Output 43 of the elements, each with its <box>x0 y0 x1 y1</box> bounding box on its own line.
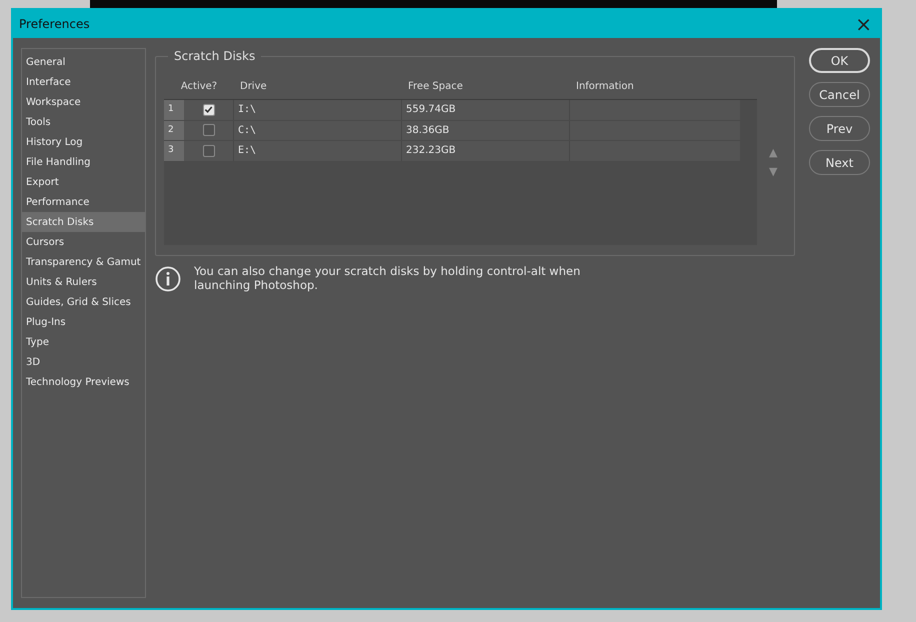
active-checkbox[interactable] <box>202 124 214 136</box>
free-space-cell: 232.23GB <box>402 141 570 160</box>
column-header: Free Space <box>407 80 464 94</box>
sidebar-item[interactable]: General <box>22 52 145 72</box>
active-checkbox[interactable] <box>202 144 214 157</box>
sidebar-item[interactable]: Performance <box>22 192 145 212</box>
check-icon <box>204 105 213 114</box>
active-checkbox[interactable] <box>202 104 214 116</box>
sidebar-item[interactable]: Plug-Ins <box>22 312 145 332</box>
sidebar-item[interactable]: Export <box>22 172 145 192</box>
sidebar-item[interactable]: Cursors <box>22 232 145 252</box>
sidebar-item[interactable]: History Log <box>22 132 145 152</box>
drive-cell: C:\ <box>234 120 402 140</box>
sidebar-item[interactable]: Units & Rulers <box>22 272 145 292</box>
dialog-button[interactable]: OK <box>809 48 870 73</box>
info-icon <box>155 266 181 292</box>
row-number: 2 <box>164 120 184 140</box>
sidebar-item[interactable]: File Handling <box>22 152 145 172</box>
column-header: Drive <box>239 80 268 94</box>
sidebar-item[interactable]: Tools <box>22 112 145 132</box>
sidebar-item[interactable]: Technology Previews <box>22 372 145 392</box>
free-space-cell: 559.74GB <box>402 100 570 120</box>
sidebar-item[interactable]: 3D <box>22 352 145 372</box>
dialog-button[interactable]: Prev <box>809 116 870 141</box>
sidebar-item[interactable]: Scratch Disks <box>22 212 145 232</box>
dialog-button[interactable]: Cancel <box>809 82 870 107</box>
free-space-cell: 38.36GB <box>402 120 570 140</box>
dialog-button[interactable]: Next <box>809 150 870 175</box>
sidebar-item[interactable]: Transparency & Gamut <box>22 252 145 272</box>
group-title: Scratch Disks <box>168 49 262 63</box>
sidebar-item[interactable]: Type <box>22 332 145 352</box>
sidebar-item[interactable]: Guides, Grid & Slices <box>22 292 145 312</box>
sidebar-item[interactable]: Interface <box>22 72 145 92</box>
window-title: Preferences <box>19 16 90 33</box>
drive-cell: E:\ <box>234 141 402 160</box>
column-header: Active? <box>180 80 218 94</box>
close-button[interactable]: × <box>855 14 872 34</box>
row-number: 1 <box>164 100 184 120</box>
info-text: You can also change your scratch disks by holding control-alt when launching Photoshop. <box>194 264 582 292</box>
column-header: Information <box>575 80 634 94</box>
sidebar-item[interactable]: Workspace <box>22 92 145 112</box>
row-number: 3 <box>164 141 184 160</box>
drive-cell: I:\ <box>234 100 402 120</box>
